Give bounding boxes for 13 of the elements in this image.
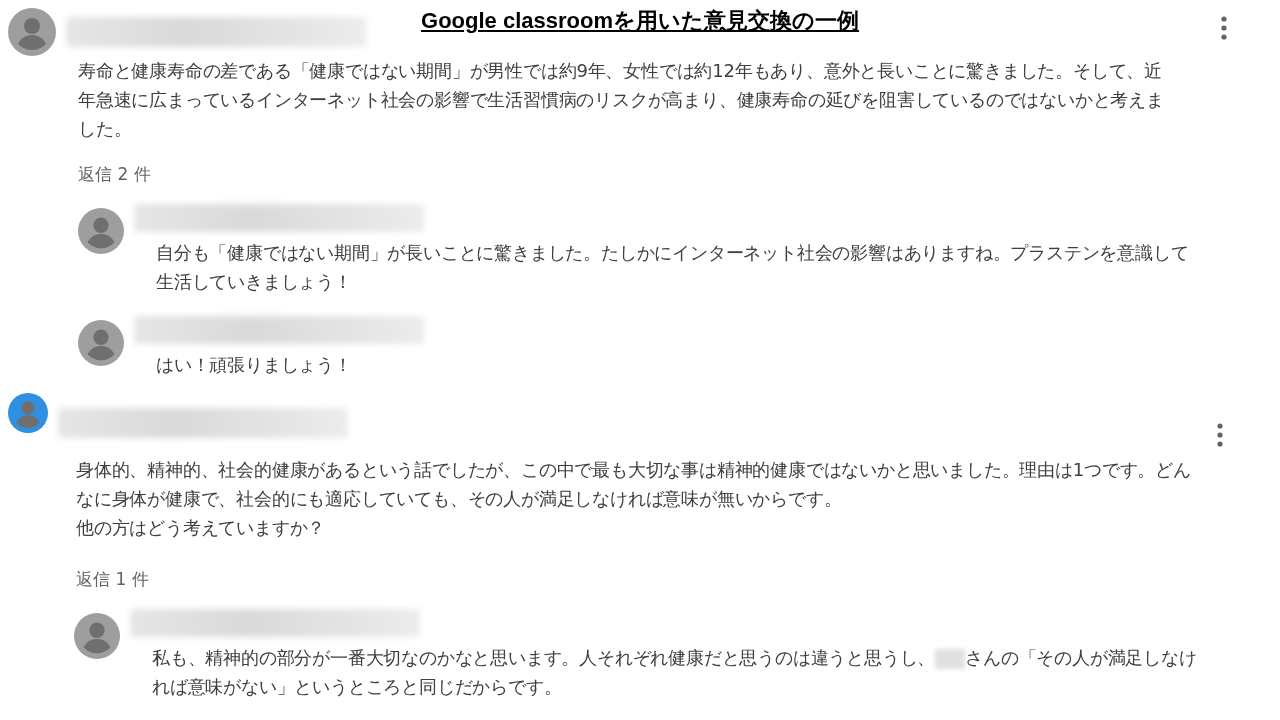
comment-text: 身体的、精神的、社会的健康があるという話でしたが、この中で最も大切な事は精神的健康ではないかと思いました。理由は1つです。どんなに身体が健康で、社会的にも適応していても、その人が満足しなければ意味が無いからです。 [76,458,1191,511]
comment-text: 自分も「健康ではない期間」が長いことに驚きました。たしかにインターネット社会の影響はありますね。プラステンを意識して生活していきましょう！ [156,241,1190,294]
comment-text: 私も、精神的の部分が一番大切なのかなと思います。人それぞれ健康だと思うのは違うと思うし、 さんの「その人が満足しなければ意味がない」というところと同じだからです。 [152,646,1197,699]
reply-count-link[interactable]: 返信 2 件 [78,163,151,186]
comment-text: 寿命と健康寿命の差である「健康ではない期間」が男性では約9年、女性では約12年もあり、意外と長いことに驚きました。そして、近年急速に広まっているインターネット社会の影響で生活習慣病のリスクが高まり、健康寿命の延びを阻害しているのではないかと考えました。 [78,59,1165,141]
comment-text: 他の方はどう考えていますか？ [76,516,327,540]
more-options-icon[interactable] [1217,423,1223,447]
avatar-icon [74,613,120,659]
more-options-icon[interactable] [1221,16,1227,40]
reply-count-link[interactable]: 返信 1 件 [76,568,149,591]
avatar-icon [78,208,124,254]
comment-text: はい！頑張りましょう！ [156,353,353,377]
avatar-icon [78,320,124,366]
